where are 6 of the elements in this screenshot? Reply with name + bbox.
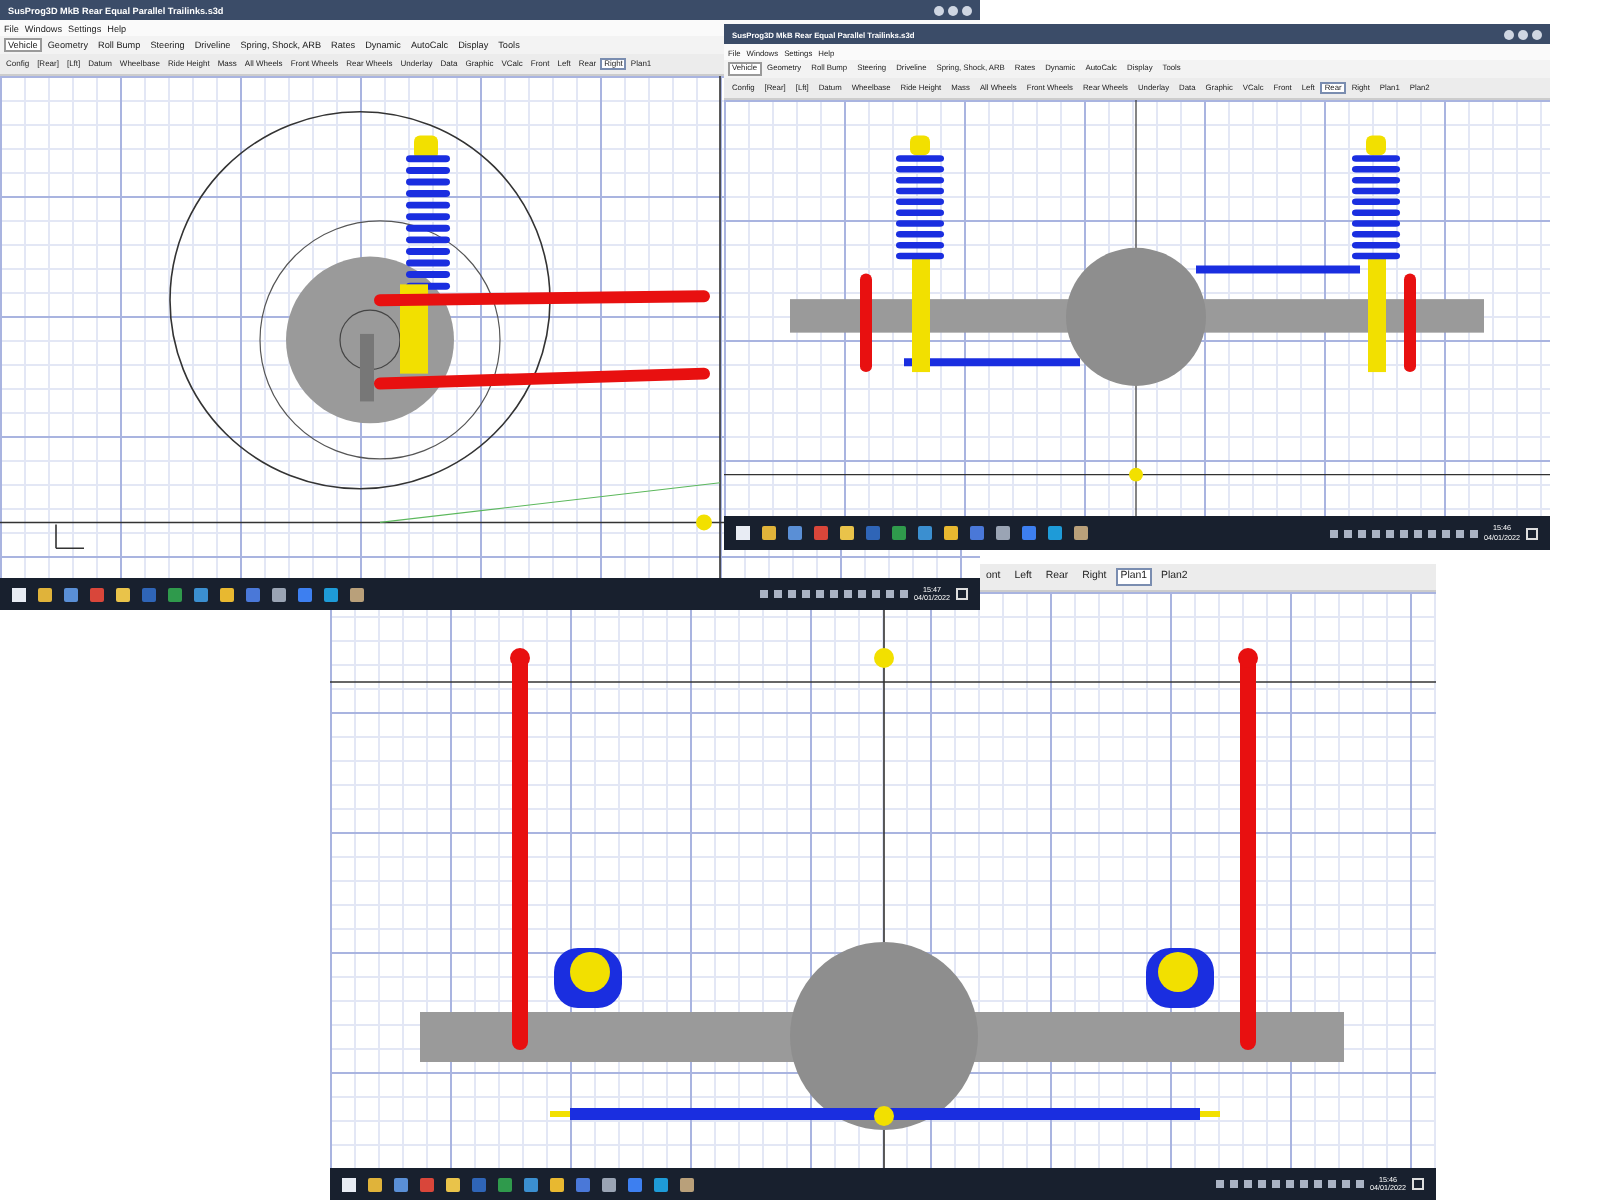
windows-logo-icon[interactable] (12, 587, 26, 601)
notification-icon[interactable] (956, 588, 968, 600)
axis-icon (55, 523, 85, 550)
notification-icon[interactable] (1526, 527, 1538, 539)
windows-logo-icon[interactable] (342, 1177, 356, 1191)
notification-icon[interactable] (1412, 1178, 1424, 1190)
